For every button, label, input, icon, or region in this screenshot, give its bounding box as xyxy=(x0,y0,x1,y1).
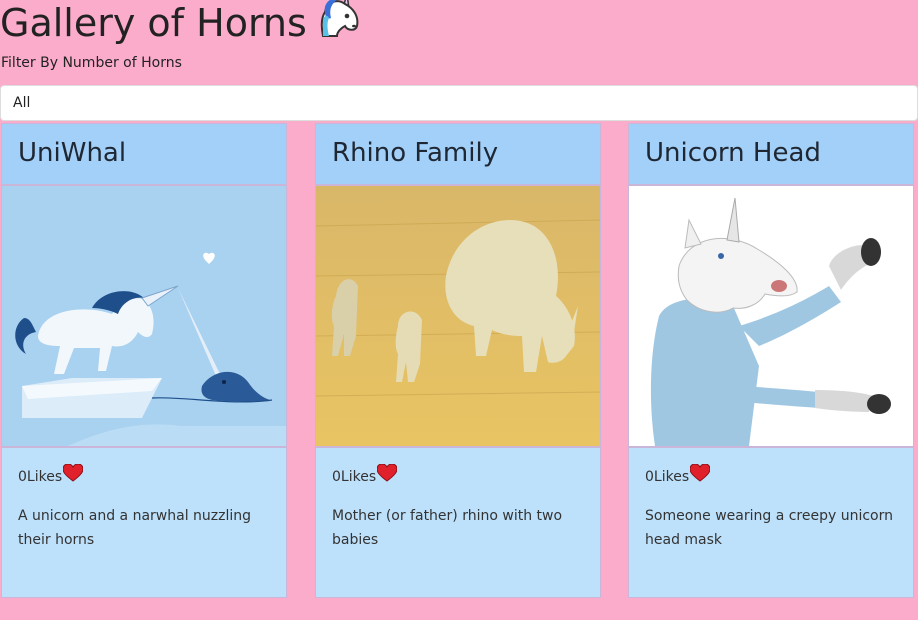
likes-label: Likes xyxy=(653,469,690,485)
likes-label: Likes xyxy=(26,469,63,485)
card-description: Someone wearing a creepy unicorn head ma… xyxy=(645,508,894,548)
likes-counter[interactable]: 0 Likes xyxy=(18,462,270,491)
unicorn-mask-image[interactable] xyxy=(629,186,913,448)
card-description: Mother (or father) rhino with two babies xyxy=(332,508,563,548)
card-body: 0 Likes Someone wearing a creepy unicorn … xyxy=(629,448,913,552)
likes-count: 0 xyxy=(645,469,654,485)
card-body: 0 Likes Mother (or father) rhino with two… xyxy=(316,448,600,552)
heart-icon[interactable] xyxy=(62,462,84,491)
unicorn-face-icon xyxy=(317,0,363,51)
horn-filter-select[interactable]: All xyxy=(0,85,918,121)
card-title: UniWhal xyxy=(2,124,286,186)
card-description: A unicorn and a narwhal nuzzling their h… xyxy=(18,508,252,548)
card-title: Unicorn Head xyxy=(629,124,913,186)
likes-count: 0 xyxy=(18,469,27,485)
gallery-card: Unicorn Head 0 Likes Someone wearing a c… xyxy=(628,123,914,598)
unicorn-narwhal-image[interactable] xyxy=(2,186,286,448)
heart-icon[interactable] xyxy=(689,462,711,491)
likes-counter[interactable]: 0 Likes xyxy=(645,462,897,491)
page-title: Gallery of Horns xyxy=(0,0,363,55)
likes-counter[interactable]: 0 Likes xyxy=(332,462,584,491)
page-title-text: Gallery of Horns xyxy=(0,1,307,45)
card-body: 0 Likes A unicorn and a narwhal nuzzling … xyxy=(2,448,286,552)
rhino-family-image[interactable] xyxy=(316,186,600,448)
likes-label: Likes xyxy=(340,469,377,485)
likes-count: 0 xyxy=(332,469,341,485)
card-title: Rhino Family xyxy=(316,124,600,186)
filter-label: Filter By Number of Horns xyxy=(1,55,182,71)
gallery-card: Rhino Family 0 Likes Mother (or father) … xyxy=(315,123,601,598)
heart-icon[interactable] xyxy=(376,462,398,491)
gallery-card: UniWhal 0 Likes A unicorn and a narwhal … xyxy=(1,123,287,598)
